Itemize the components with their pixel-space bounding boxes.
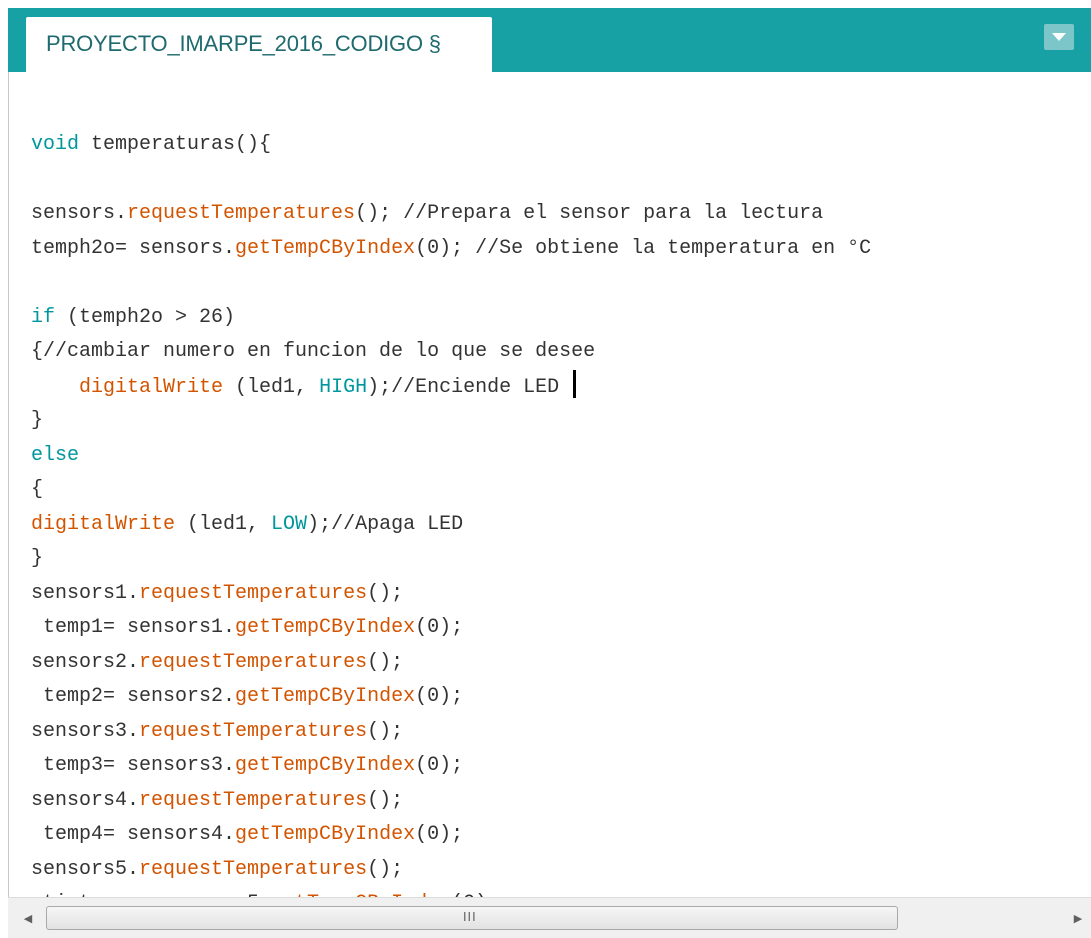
code-token: (temph2o > 26) <box>55 305 236 329</box>
code-line[interactable]: else <box>31 439 871 474</box>
code-line[interactable]: sensors1.requestTemperatures(); <box>31 577 871 612</box>
tab-sketch[interactable]: PROYECTO_IMARPE_2016_CODIGO § <box>26 17 492 72</box>
code-token: sensors2. <box>31 650 140 674</box>
tab-bar: PROYECTO_IMARPE_2016_CODIGO § <box>0 0 1091 72</box>
code-line[interactable]: {//cambiar numero en funcion de lo que s… <box>31 335 871 370</box>
code-token: } <box>31 547 44 570</box>
code-token: (); <box>367 788 404 812</box>
code-token: (0); <box>415 823 464 846</box>
code-token: sensors5. <box>31 857 140 881</box>
code-line[interactable]: { <box>31 473 871 508</box>
code-token: temp4= sensors4. <box>31 823 236 846</box>
scroll-track[interactable]: III <box>40 906 1060 930</box>
thumb-grip: III <box>463 910 477 924</box>
code-token: temp1= sensors1. <box>31 616 236 639</box>
code-editor[interactable]: void temperaturas(){sensors.requestTempe… <box>8 72 1091 915</box>
code-line[interactable]: if (temph2o > 26) <box>31 301 871 336</box>
code-token: temperaturas(){ <box>79 133 272 156</box>
code-text[interactable]: void temperaturas(){sensors.requestTempe… <box>31 128 871 922</box>
code-token: temp2= sensors2. <box>31 685 236 708</box>
code-token: getTempCByIndex <box>235 685 416 708</box>
code-token: (0); <box>415 616 464 639</box>
code-token: getTempCByIndex <box>235 616 416 639</box>
code-line[interactable]: sensors4.requestTemperatures(); <box>31 784 871 819</box>
code-token: (led1, <box>223 375 320 399</box>
code-token: (0); //Se obtiene la temperatura en °C <box>415 236 872 260</box>
code-token: {//cambiar numero en funcion de lo que s… <box>31 340 596 363</box>
code-line[interactable]: temp2= sensors2.getTempCByIndex(0); <box>31 680 871 715</box>
code-token: requestTemperatures <box>139 719 368 743</box>
code-line[interactable]: temph2o= sensors.getTempCByIndex(0); //S… <box>31 232 871 267</box>
code-token: getTempCByIndex <box>235 823 416 846</box>
code-token: digitalWrite <box>31 512 176 536</box>
code-token: sensors. <box>31 202 128 225</box>
code-token: (); <box>367 581 404 605</box>
code-token: else <box>31 443 80 467</box>
arduino-editor-window: PROYECTO_IMARPE_2016_CODIGO § void tempe… <box>0 0 1091 938</box>
code-token: (); //Prepara el sensor para la lectura <box>355 202 824 225</box>
code-token: (0); <box>415 754 464 777</box>
scroll-left-arrow-icon[interactable]: ◀ <box>18 908 38 928</box>
code-line[interactable]: } <box>31 542 871 577</box>
code-token: requestTemperatures <box>139 857 368 881</box>
horizontal-scrollbar[interactable]: ◀ III ▶ <box>8 897 1091 938</box>
tab-label: PROYECTO_IMARPE_2016_CODIGO § <box>46 31 441 56</box>
code-token: } <box>31 409 44 432</box>
code-token: if <box>31 305 56 329</box>
code-token: getTempCByIndex <box>235 236 416 260</box>
code-line[interactable]: sensors.requestTemperatures(); //Prepara… <box>31 197 871 232</box>
code-token: temph2o= sensors. <box>31 236 236 260</box>
code-line[interactable]: temp1= sensors1.getTempCByIndex(0); <box>31 611 871 646</box>
code-token: requestTemperatures <box>139 650 368 674</box>
code-token: { <box>31 478 44 501</box>
code-line[interactable] <box>31 266 871 301</box>
code-line[interactable]: digitalWrite (led1, HIGH);//Enciende LED <box>31 369 871 405</box>
code-token: void <box>31 133 80 156</box>
code-token: requestTemperatures <box>139 581 368 605</box>
text-caret <box>573 369 577 398</box>
code-token: );//Apaga LED <box>307 512 464 536</box>
code-token: HIGH <box>319 375 368 399</box>
code-token: sensors4. <box>31 788 140 812</box>
code-token: );//Enciende LED <box>367 375 572 399</box>
code-token: digitalWrite <box>79 375 224 399</box>
code-line[interactable]: sensors2.requestTemperatures(); <box>31 646 871 681</box>
code-token: sensors3. <box>31 719 140 743</box>
code-token: requestTemperatures <box>127 202 356 225</box>
code-line[interactable]: temp4= sensors4.getTempCByIndex(0); <box>31 818 871 853</box>
code-line[interactable]: void temperaturas(){ <box>31 128 871 163</box>
code-token: sensors1. <box>31 581 140 605</box>
code-line[interactable]: sensors3.requestTemperatures(); <box>31 715 871 750</box>
code-token: (); <box>367 857 404 881</box>
code-token: getTempCByIndex <box>235 754 416 777</box>
code-line[interactable]: } <box>31 404 871 439</box>
code-token: requestTemperatures <box>139 788 368 812</box>
triangle-down-icon <box>1052 33 1066 41</box>
scroll-right-arrow-icon[interactable]: ▶ <box>1068 908 1088 928</box>
code-line[interactable] <box>31 163 871 198</box>
code-token: (led1, <box>175 512 272 536</box>
code-token: LOW <box>271 512 308 536</box>
code-token: (); <box>367 719 404 743</box>
code-token: (); <box>367 650 404 674</box>
code-line[interactable]: digitalWrite (led1, LOW);//Apaga LED <box>31 508 871 543</box>
scroll-thumb[interactable]: III <box>46 906 898 930</box>
code-token: (0); <box>415 685 464 708</box>
tab-menu-button[interactable] <box>1044 24 1074 50</box>
code-line[interactable]: sensors5.requestTemperatures(); <box>31 853 871 888</box>
code-line[interactable]: temp3= sensors3.getTempCByIndex(0); <box>31 749 871 784</box>
code-token: temp3= sensors3. <box>31 754 236 777</box>
